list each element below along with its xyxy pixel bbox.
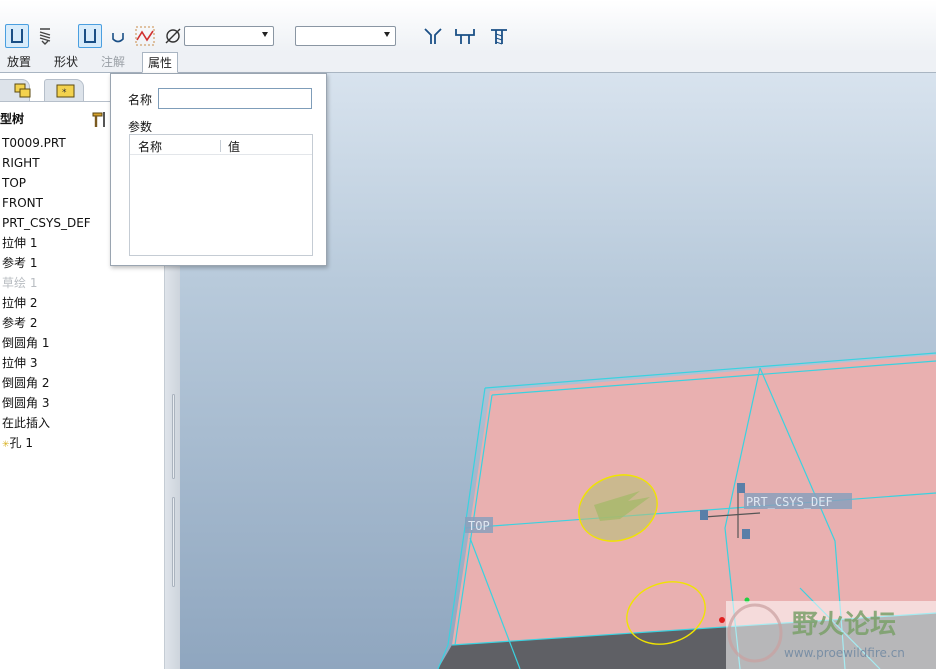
tree-item[interactable]: 拉伸 2	[2, 294, 37, 312]
standard-profile-button[interactable]	[106, 24, 130, 48]
tools-icon	[92, 112, 105, 127]
tree-item[interactable]: ✳孔 1	[2, 434, 33, 452]
watermark-url: www.proewildfire.cn	[784, 646, 905, 660]
tab-properties[interactable]: 属性	[142, 52, 178, 73]
thread-button[interactable]	[487, 24, 511, 48]
panel-tab-folder[interactable]: *	[44, 79, 84, 101]
counterbore-button[interactable]	[453, 24, 477, 48]
model-tree-header: 型树	[0, 112, 25, 126]
tree-item-label: RIGHT	[2, 156, 40, 170]
tree-item-label: 拉伸 3	[2, 356, 38, 370]
svg-text:*: *	[62, 88, 67, 98]
tree-item-label: TOP	[2, 176, 27, 190]
drag-handle-red[interactable]	[719, 617, 725, 623]
layers-icon	[14, 83, 31, 98]
csys-label[interactable]: PRT_CSYS_DEF	[746, 495, 833, 509]
tree-item[interactable]: 拉伸 1	[2, 234, 37, 252]
tree-item[interactable]: PRT_CSYS_DEF	[2, 214, 91, 232]
watermark-title: 野火论坛	[792, 610, 896, 640]
tree-item[interactable]: 倒圆角 1	[2, 334, 49, 352]
tree-item[interactable]: T0009.PRT	[2, 134, 66, 152]
tree-item-label: 草绘 1	[2, 276, 38, 290]
dashboard-tab-strip: 放置 形状 注解 属性	[0, 52, 936, 73]
parameters-table[interactable]: 名称 值	[129, 134, 313, 256]
tab-annotation[interactable]: 注解	[96, 52, 130, 73]
tree-item-label: 参考 2	[2, 316, 38, 330]
tree-item-label: FRONT	[2, 196, 43, 210]
column-header-value[interactable]: 值	[228, 138, 240, 155]
folder-star-icon: *	[56, 84, 75, 98]
sketch-profile-button[interactable]	[133, 24, 157, 48]
tab-shape[interactable]: 形状	[49, 52, 83, 73]
column-header-name[interactable]: 名称	[138, 138, 162, 155]
tree-item-label: 拉伸 1	[2, 236, 38, 250]
properties-panel: 名称 参数 名称 值	[110, 73, 327, 266]
diameter-dropdown[interactable]	[184, 26, 274, 46]
tree-item[interactable]: 拉伸 3	[2, 354, 37, 372]
standard-hole-button[interactable]	[33, 24, 57, 48]
tree-item[interactable]: 倒圆角 3	[2, 394, 49, 412]
tree-item[interactable]: 参考 1	[2, 254, 37, 272]
parameters-table-header: 名称 值	[130, 135, 312, 155]
diameter-icon	[165, 28, 181, 44]
chevron-down-icon	[384, 32, 390, 37]
parameters-label: 参数	[128, 120, 153, 134]
csys-z-marker	[742, 529, 750, 539]
csys-y-marker	[737, 483, 745, 493]
chevron-down-icon	[262, 32, 268, 37]
tree-item[interactable]: 草绘 1	[2, 274, 37, 292]
name-label: 名称	[128, 93, 153, 107]
tree-item-label: 孔 1	[9, 436, 33, 450]
counterbore-icon	[455, 29, 475, 44]
tree-item-label: 倒圆角 1	[2, 336, 50, 350]
forum-watermark: 野火论坛 www.proewildfire.cn	[726, 601, 936, 669]
tree-item-label: 参考 1	[2, 256, 38, 270]
panel-tab-model-tree[interactable]	[0, 79, 31, 101]
tree-item[interactable]: 参考 2	[2, 314, 37, 332]
tree-item-label: 倒圆角 3	[2, 396, 50, 410]
tree-item-label: T0009.PRT	[2, 136, 66, 150]
tree-item-label: PRT_CSYS_DEF	[2, 216, 91, 230]
standard-profile-icon	[112, 33, 124, 43]
tree-item[interactable]: 倒圆角 2	[2, 374, 49, 392]
collapse-handle-top[interactable]	[172, 394, 175, 479]
tree-item-label: 拉伸 2	[2, 296, 38, 310]
sketch-profile-icon	[135, 26, 155, 46]
thread-icon	[491, 29, 507, 45]
collapse-handle-bottom[interactable]	[172, 497, 175, 587]
tree-item-label: 倒圆角 2	[2, 376, 50, 390]
drill-hole-icon	[84, 29, 96, 43]
countersink-icon	[424, 28, 442, 44]
tab-placement[interactable]: 放置	[2, 52, 36, 73]
tree-item-label: 在此插入	[2, 416, 51, 430]
depth-dropdown[interactable]	[295, 26, 396, 46]
datum-top-label[interactable]: TOP	[468, 519, 490, 533]
standard-hole-icon	[39, 28, 51, 45]
app-window: 放置 形状 注解 属性 * 型树 T0009.PRT RIGHT TOP FRO…	[0, 0, 936, 669]
hole-dashboard-toolbar	[0, 0, 936, 52]
csys-x-marker	[700, 510, 708, 520]
tree-item[interactable]: 在此插入	[2, 414, 50, 432]
tree-settings-button[interactable]	[90, 109, 110, 132]
simple-hole-button[interactable]	[5, 24, 29, 48]
countersink-button[interactable]	[421, 24, 445, 48]
diameter-button[interactable]	[161, 24, 185, 48]
name-input[interactable]	[158, 88, 312, 109]
new-feature-icon: ✳	[2, 440, 10, 450]
tree-item[interactable]: FRONT	[2, 194, 43, 212]
drill-hole-button[interactable]	[78, 24, 102, 48]
simple-hole-icon	[11, 29, 23, 43]
tree-item[interactable]: TOP	[2, 174, 26, 192]
tree-item[interactable]: RIGHT	[2, 154, 40, 172]
